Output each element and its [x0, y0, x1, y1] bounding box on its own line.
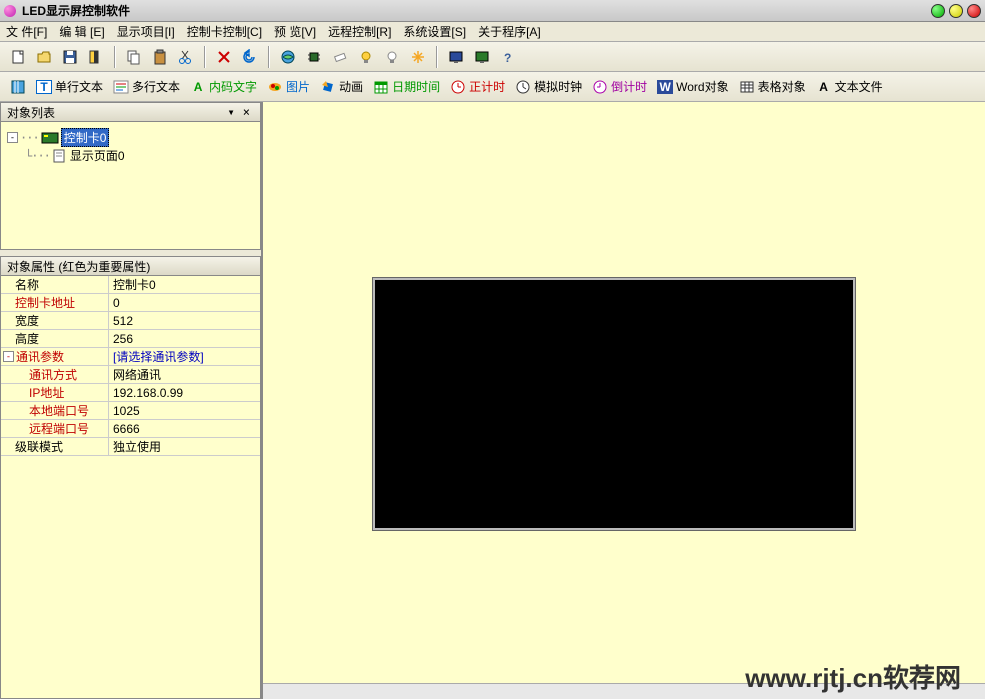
- tree-page-node[interactable]: └··· 显示页面0: [25, 147, 254, 164]
- open-file-icon[interactable]: [32, 45, 56, 69]
- panel-close-icon[interactable]: ×: [239, 105, 254, 119]
- card-icon: [41, 131, 59, 145]
- eraser-icon[interactable]: [328, 45, 352, 69]
- prop-comm-val[interactable]: [请选择通讯参数]: [109, 348, 260, 365]
- title-bar: LED显示屏控制软件: [0, 0, 985, 22]
- menu-file[interactable]: 文 件[F]: [6, 23, 47, 40]
- tb-table-object[interactable]: 表格对象: [735, 76, 810, 97]
- tb-word-object[interactable]: WWord对象: [653, 76, 732, 97]
- new-file-icon[interactable]: [6, 45, 30, 69]
- save-icon[interactable]: [58, 45, 82, 69]
- object-props-header: 对象属性 (红色为重要属性): [0, 256, 261, 276]
- prop-ip-key: IP地址: [1, 384, 109, 401]
- monitor-blue-icon[interactable]: [444, 45, 468, 69]
- tb-text-file[interactable]: A文本文件: [812, 76, 887, 97]
- prop-cascade-val[interactable]: 独立使用: [109, 438, 260, 455]
- copy-icon[interactable]: [122, 45, 146, 69]
- object-list-header: 对象列表 ▾ ×: [0, 102, 261, 122]
- tree-expand-icon[interactable]: -: [3, 351, 14, 362]
- prop-cascade-key: 级联模式: [1, 438, 109, 455]
- object-tree[interactable]: - ··· 控制卡0 └··· 显示页面0: [0, 122, 261, 250]
- main-toolbar: ?: [0, 42, 985, 72]
- monitor-green-icon[interactable]: [470, 45, 494, 69]
- prop-addr-key: 控制卡地址: [1, 294, 109, 311]
- tree-root-label[interactable]: 控制卡0: [61, 128, 110, 147]
- maximize-button[interactable]: [949, 4, 963, 18]
- menu-remote[interactable]: 远程控制[R]: [328, 23, 391, 40]
- undo-icon[interactable]: [238, 45, 262, 69]
- prop-addr-val[interactable]: 0: [109, 296, 260, 310]
- tb-multi-line-text[interactable]: 多行文本: [109, 76, 184, 97]
- menu-card[interactable]: 控制卡控制[C]: [187, 23, 262, 40]
- led-preview[interactable]: [373, 278, 855, 530]
- tb-picture[interactable]: 图片: [263, 76, 314, 97]
- prop-width-key: 宽度: [1, 312, 109, 329]
- prop-method-val[interactable]: 网络通讯: [109, 366, 260, 383]
- prop-lport-val[interactable]: 1025: [109, 404, 260, 418]
- tb-datetime[interactable]: 日期时间: [369, 76, 444, 97]
- tb-library-icon[interactable]: [6, 77, 30, 97]
- bulb-off-icon[interactable]: [380, 45, 404, 69]
- globe-icon[interactable]: [276, 45, 300, 69]
- prop-name-val[interactable]: 控制卡0: [109, 276, 260, 293]
- delete-icon[interactable]: [212, 45, 236, 69]
- prop-method-key: 通讯方式: [1, 366, 109, 383]
- watermark-text: www.rjtj.cn软荐网: [745, 658, 961, 695]
- app-icon: [4, 5, 16, 17]
- tb-count-down[interactable]: 倒计时: [588, 76, 651, 97]
- menu-about[interactable]: 关于程序[A]: [478, 23, 541, 40]
- object-toolbar: T单行文本 多行文本 A内码文字 图片 动画 日期时间 正计时 模拟时钟 倒计时…: [0, 72, 985, 102]
- page-icon: [52, 149, 66, 163]
- tb-single-line-text[interactable]: T单行文本: [32, 76, 107, 97]
- left-panel: 对象列表 ▾ × - ··· 控制卡0 └··· 显示页面0: [0, 102, 263, 699]
- menu-preview[interactable]: 预 览[V]: [274, 23, 316, 40]
- menu-bar: 文 件[F] 编 辑 [E] 显示项目[I] 控制卡控制[C] 预 览[V] 远…: [0, 22, 985, 42]
- prop-comm-key[interactable]: -通讯参数: [1, 348, 109, 365]
- pin-icon[interactable]: ▾: [224, 105, 239, 119]
- exit-icon[interactable]: [84, 45, 108, 69]
- close-button[interactable]: [967, 4, 981, 18]
- prop-name-key: 名称: [1, 276, 109, 293]
- minimize-button[interactable]: [931, 4, 945, 18]
- menu-edit[interactable]: 编 辑 [E]: [59, 23, 104, 40]
- prop-height-val[interactable]: 256: [109, 332, 260, 346]
- tb-analog-clock[interactable]: 模拟时钟: [511, 76, 586, 97]
- prop-lport-key: 本地端口号: [1, 402, 109, 419]
- tb-animation[interactable]: 动画: [316, 76, 367, 97]
- canvas-area[interactable]: [263, 102, 985, 699]
- tree-page-label[interactable]: 显示页面0: [68, 147, 127, 164]
- sparkle-icon[interactable]: [406, 45, 430, 69]
- svg-text:?: ?: [504, 51, 511, 65]
- tree-root-node[interactable]: - ··· 控制卡0: [7, 128, 254, 147]
- prop-height-key: 高度: [1, 330, 109, 347]
- menu-system[interactable]: 系统设置[S]: [403, 23, 466, 40]
- prop-rport-key: 远程端口号: [1, 420, 109, 437]
- window-title: LED显示屏控制软件: [22, 2, 931, 19]
- help-icon[interactable]: ?: [496, 45, 520, 69]
- prop-ip-val[interactable]: 192.168.0.99: [109, 386, 260, 400]
- cut-icon[interactable]: [174, 45, 198, 69]
- prop-width-val[interactable]: 512: [109, 314, 260, 328]
- tree-collapse-icon[interactable]: -: [7, 132, 18, 143]
- prop-rport-val[interactable]: 6666: [109, 422, 260, 436]
- paste-icon[interactable]: [148, 45, 172, 69]
- property-grid[interactable]: 名称控制卡0 控制卡地址0 宽度512 高度256 -通讯参数[请选择通讯参数]…: [0, 276, 261, 699]
- chip-icon[interactable]: [302, 45, 326, 69]
- tb-inner-code-text[interactable]: A内码文字: [186, 76, 261, 97]
- menu-project[interactable]: 显示项目[I]: [117, 23, 175, 40]
- bulb-on-icon[interactable]: [354, 45, 378, 69]
- tb-count-up[interactable]: 正计时: [446, 76, 509, 97]
